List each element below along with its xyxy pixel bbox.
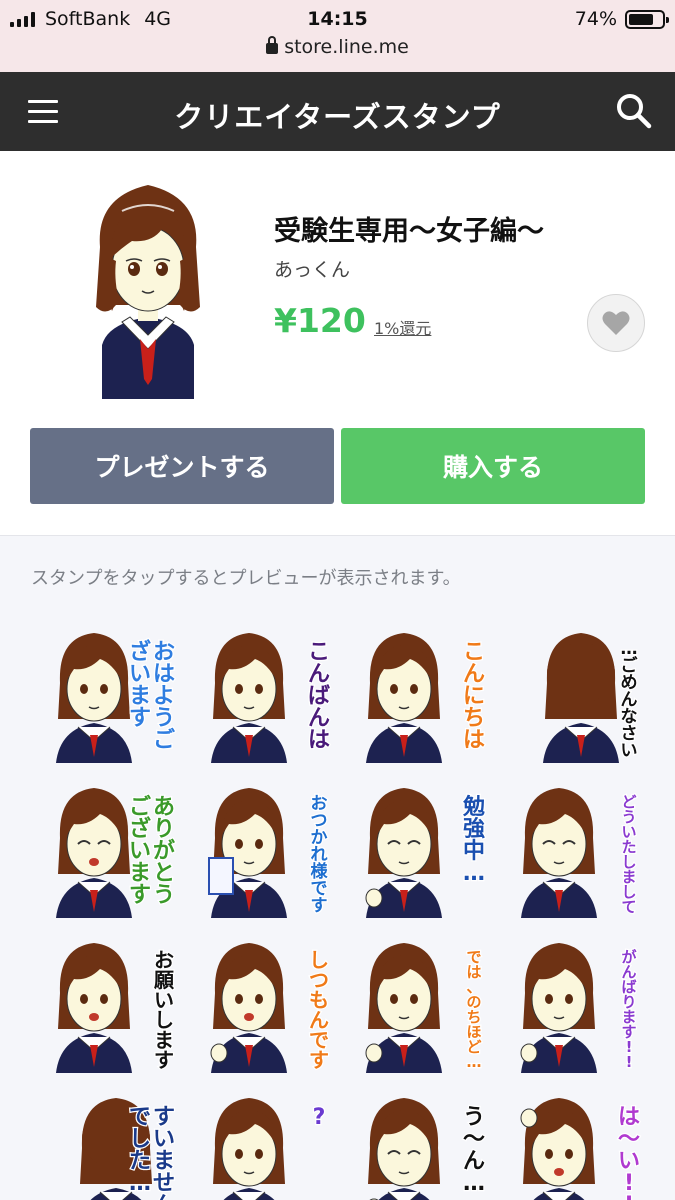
- lock-icon: [266, 36, 279, 54]
- sticker-illustration: おつかれ様です: [208, 788, 330, 918]
- sticker-item[interactable]: お願いします: [46, 933, 186, 1073]
- sticker-item[interactable]: う〜ん…: [356, 1088, 496, 1200]
- sticker-item[interactable]: 勉強中…: [356, 778, 496, 918]
- sticker-item[interactable]: ありがとうございます: [46, 778, 186, 918]
- sticker-caption-char: !: [624, 1193, 634, 1200]
- sticker-caption-char: は: [308, 728, 330, 753]
- battery-percent: 74%: [574, 8, 617, 30]
- url-text: store.line.me: [284, 36, 409, 58]
- app-header: クリエイターズスタンプ: [0, 72, 675, 151]
- battery-icon: [625, 9, 669, 29]
- preview-section: スタンプをタップするとプレビューが表示されます。 おはようございますこんばんはこ…: [0, 535, 675, 1200]
- sticker-title: 受験生専用〜女子編〜: [274, 216, 544, 247]
- status-right: 74%: [574, 8, 669, 30]
- sticker-caption-char: す: [129, 706, 151, 731]
- sticker-item[interactable]: すいませんでした…: [46, 1088, 186, 1200]
- sticker-caption-char: す: [129, 883, 151, 908]
- sticker-caption-char: ん: [153, 1193, 175, 1200]
- product-panel: 受験生専用〜女子編〜 あっくん ¥120 1%還元 プレゼントする 購入する: [0, 151, 675, 535]
- sticker-item[interactable]: ?: [201, 1088, 341, 1200]
- sticker-item[interactable]: おつかれ様です: [201, 778, 341, 918]
- sticker-item[interactable]: おはようございます: [46, 623, 186, 763]
- heart-icon: [602, 311, 630, 335]
- reward-link[interactable]: 1%還元: [374, 315, 431, 339]
- sticker-illustration: こんばんは: [211, 633, 331, 763]
- sticker-caption-char: う: [153, 883, 175, 908]
- sticker-illustration: ありがとうございます: [56, 788, 176, 918]
- address-bar[interactable]: store.line.me: [0, 36, 675, 58]
- sticker-caption-char: !: [626, 1053, 633, 1071]
- clock: 14:15: [307, 8, 368, 30]
- sticker-illustration: …ごめんなさい: [543, 633, 640, 763]
- sticker-author[interactable]: あっくん: [274, 255, 350, 282]
- sticker-illustration: 勉強中…: [365, 788, 486, 918]
- sticker-item[interactable]: … ごめんなさい: [511, 623, 651, 763]
- sticker-illustration: う〜ん…: [368, 1098, 486, 1200]
- sticker-illustration: こんにちは: [366, 633, 486, 763]
- gift-button[interactable]: プレゼントする: [30, 428, 334, 504]
- sticker-illustration: しつもんです: [210, 943, 330, 1073]
- sticker-caption-char: …: [463, 861, 485, 886]
- sticker-item[interactable]: しつもんです: [201, 933, 341, 1073]
- sticker-item[interactable]: どういたしまして: [511, 778, 651, 918]
- sticker-caption-char: は: [463, 728, 485, 753]
- status-bar: SoftBank 4G 14:15 74% store.line.me: [0, 0, 675, 72]
- sticker-illustration: ?: [213, 1098, 327, 1200]
- sticker-item[interactable]: こんばんは: [201, 623, 341, 763]
- sticker-caption-char: …: [463, 1171, 485, 1196]
- header-title: クリエイターズスタンプ: [174, 100, 501, 134]
- sticker-caption-char: て: [621, 898, 636, 916]
- sticker-illustration: がんばります!!: [520, 943, 639, 1073]
- sticker-caption-char: ?: [313, 1105, 326, 1130]
- sticker-illustration: お願いします: [56, 943, 176, 1073]
- sticker-illustration: どういたしまして: [521, 788, 638, 918]
- sticker-item[interactable]: がんばります!!: [511, 933, 651, 1073]
- battery-level: [629, 13, 653, 25]
- sticker-item[interactable]: こんにちは: [356, 623, 496, 763]
- sticker-caption-char: す: [154, 1048, 174, 1072]
- price: ¥120: [274, 301, 366, 340]
- sticker-caption-char: す: [311, 896, 328, 916]
- preview-hint: スタンプをタップするとプレビューが表示されます。: [31, 568, 461, 589]
- sticker-illustration: は〜い!!: [520, 1098, 641, 1200]
- sticker-caption-char: …: [129, 1171, 151, 1196]
- sticker-caption-char: い: [621, 741, 638, 761]
- sticker-illustration: おはようございます: [56, 633, 176, 763]
- sticker-caption-char: ご: [153, 727, 175, 753]
- main-sticker-image: [78, 177, 218, 399]
- buy-button[interactable]: 購入する: [341, 428, 645, 504]
- favorite-button[interactable]: [587, 294, 645, 352]
- sticker-caption-char: …: [467, 1053, 482, 1071]
- sticker-illustration: では、のちほど…: [365, 943, 483, 1073]
- search-icon[interactable]: [615, 92, 653, 130]
- sticker-item[interactable]: は〜い!!: [511, 1088, 651, 1200]
- sticker-illustration: すいませんでした…: [80, 1098, 176, 1200]
- sticker-item[interactable]: では、のちほど…: [356, 933, 496, 1073]
- sticker-caption-char: す: [309, 1048, 329, 1072]
